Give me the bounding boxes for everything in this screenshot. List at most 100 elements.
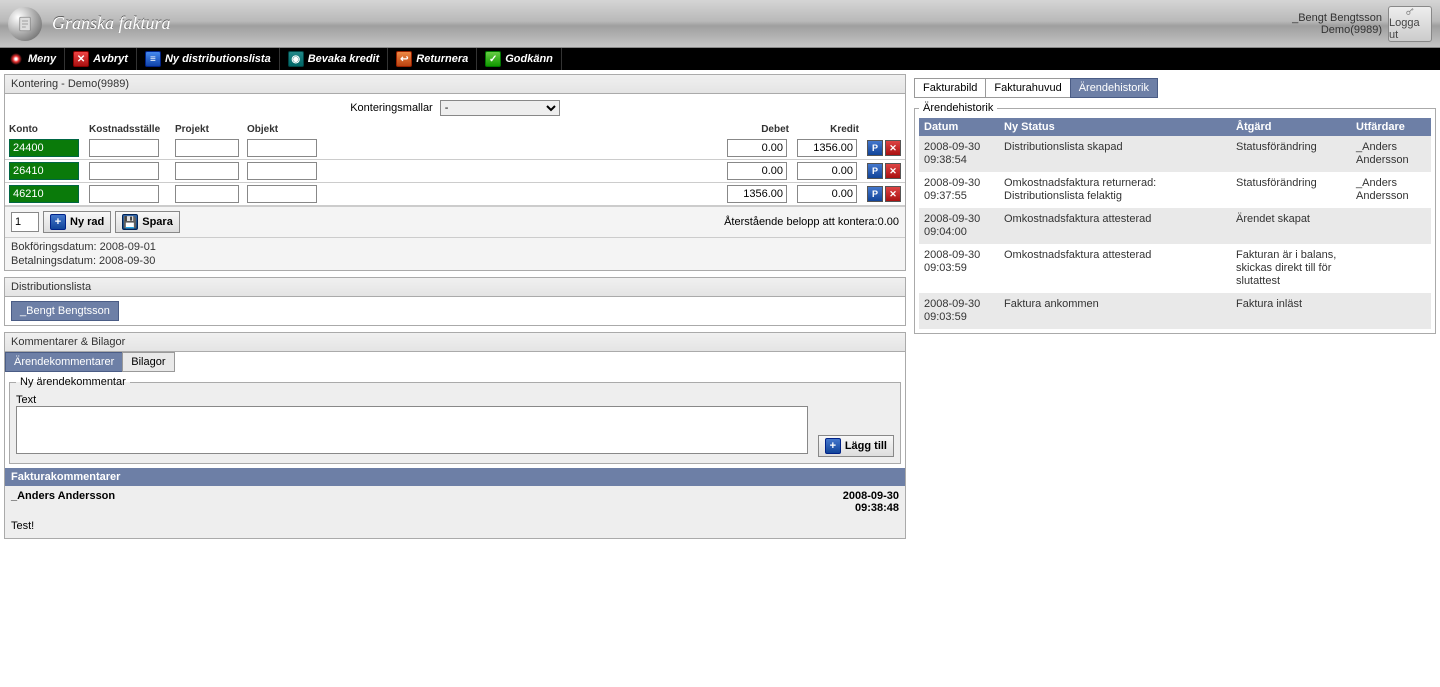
- konteringsmallar-label: Konteringsmallar: [350, 102, 433, 114]
- hist-datum: 2008-09-30 09:04:00: [919, 208, 999, 244]
- booking-date: Bokföringsdatum: 2008-09-01: [11, 240, 899, 254]
- debet-input[interactable]: [727, 139, 787, 157]
- kontering-header: Kontering - Demo(9989): [5, 75, 905, 94]
- hist-status: Distributionslista skapad: [999, 136, 1231, 172]
- hist-atgard: Statusförändring: [1231, 172, 1351, 208]
- debet-input[interactable]: [727, 185, 787, 203]
- kredit-input[interactable]: [797, 162, 857, 180]
- projekt-input[interactable]: [175, 185, 239, 203]
- hist-utfardare: _Anders Andersson: [1351, 136, 1431, 172]
- save-button[interactable]: 💾Spara: [115, 211, 180, 233]
- kostnad-input[interactable]: [89, 162, 159, 180]
- username: _Bengt Bengtsson: [1292, 12, 1382, 24]
- comment-entry: _Anders Andersson2008-09-3009:38:48: [5, 486, 905, 518]
- invoice-icon: [8, 7, 42, 41]
- row-delete-button[interactable]: ✕: [885, 186, 901, 202]
- comment-textarea[interactable]: [16, 406, 808, 454]
- distribution-list-header: Distributionslista: [5, 278, 905, 297]
- col-kostnad: Kostnadsställe: [85, 122, 171, 137]
- tab-bilagor[interactable]: Bilagor: [122, 352, 174, 372]
- new-row-button[interactable]: +Ny rad: [43, 211, 111, 233]
- hist-utfardare: [1351, 208, 1431, 244]
- distribution-user-chip[interactable]: _Bengt Bengtsson: [11, 301, 119, 321]
- konto-input[interactable]: [9, 162, 79, 180]
- projekt-input[interactable]: [175, 162, 239, 180]
- col-objekt: Objekt: [243, 122, 723, 137]
- hist-atgard: Faktura inläst: [1231, 293, 1351, 329]
- list-icon: ≡: [145, 51, 161, 67]
- plus-icon: +: [825, 438, 841, 454]
- cancel-button[interactable]: ✕Avbryt: [65, 48, 137, 70]
- user-info: _Bengt Bengtsson Demo(9989): [1292, 12, 1382, 36]
- grid-row: P✕: [5, 160, 905, 183]
- key-icon: [1402, 7, 1418, 17]
- row-delete-button[interactable]: ✕: [885, 163, 901, 179]
- grid-row: P✕: [5, 137, 905, 160]
- tab-arendekommentarer[interactable]: Ärendekommentarer: [5, 352, 123, 372]
- debet-input[interactable]: [727, 162, 787, 180]
- close-icon: ✕: [73, 51, 89, 67]
- approve-button[interactable]: ✓Godkänn: [477, 48, 562, 70]
- kredit-input[interactable]: [797, 185, 857, 203]
- payment-date: Betalningsdatum: 2008-09-30: [11, 254, 899, 268]
- new-comment-fieldset: Ny ärendekommentar Text +Lägg till: [9, 376, 901, 464]
- col-kredit: Kredit: [793, 122, 863, 137]
- plus-icon: +: [50, 214, 66, 230]
- watch-credit-button[interactable]: ◉Bevaka kredit: [280, 48, 389, 70]
- remaining-amount: Återstående belopp att kontera:0.00: [724, 216, 899, 228]
- hist-status: Omkostnadsfaktura attesterad: [999, 244, 1231, 293]
- objekt-input[interactable]: [247, 185, 317, 203]
- add-comment-button[interactable]: +Lägg till: [818, 435, 894, 457]
- col-debet: Debet: [723, 122, 793, 137]
- kostnad-input[interactable]: [89, 185, 159, 203]
- comments-header: Kommentarer & Bilagor: [5, 333, 905, 352]
- tab-fakturabild[interactable]: Fakturabild: [914, 78, 986, 98]
- hist-utfardare: _Anders Andersson: [1351, 172, 1431, 208]
- hist-atgard: Ärendet skapat: [1231, 208, 1351, 244]
- kredit-input[interactable]: [797, 139, 857, 157]
- hist-col-utfardare: Utfärdare: [1351, 118, 1431, 136]
- history-row: 2008-09-30 09:03:59Omkostnadsfaktura att…: [919, 244, 1431, 293]
- objekt-input[interactable]: [247, 139, 317, 157]
- kostnad-input[interactable]: [89, 139, 159, 157]
- new-distribution-list-button[interactable]: ≡Ny distributionslista: [137, 48, 280, 70]
- hist-datum: 2008-09-30 09:37:55: [919, 172, 999, 208]
- hist-status: Faktura ankommen: [999, 293, 1231, 329]
- history-table: Datum Ny Status Åtgärd Utfärdare 2008-09…: [919, 118, 1431, 329]
- objekt-input[interactable]: [247, 162, 317, 180]
- hist-utfardare: [1351, 244, 1431, 293]
- konteringsmallar-select[interactable]: -: [440, 100, 560, 116]
- company: Demo(9989): [1292, 24, 1382, 36]
- check-icon: ✓: [485, 51, 501, 67]
- row-delete-button[interactable]: ✕: [885, 140, 901, 156]
- comment-timestamp: 2008-09-3009:38:48: [843, 490, 899, 514]
- tab-fakturahuvud[interactable]: Fakturahuvud: [985, 78, 1070, 98]
- comment-body: Test!: [5, 518, 905, 538]
- menu-button[interactable]: Meny: [0, 48, 65, 70]
- logout-button[interactable]: Logga ut: [1388, 6, 1432, 42]
- swirl-icon: [8, 51, 24, 67]
- konto-input[interactable]: [9, 139, 79, 157]
- history-row: 2008-09-30 09:03:59Faktura ankommenFaktu…: [919, 293, 1431, 329]
- row-period-button[interactable]: P: [867, 140, 883, 156]
- konto-input[interactable]: [9, 185, 79, 203]
- row-period-button[interactable]: P: [867, 163, 883, 179]
- history-row: 2008-09-30 09:04:00Omkostnadsfaktura att…: [919, 208, 1431, 244]
- toolbar: Meny ✕Avbryt ≡Ny distributionslista ◉Bev…: [0, 48, 1440, 70]
- row-period-button[interactable]: P: [867, 186, 883, 202]
- grid-row: P✕: [5, 183, 905, 206]
- history-row: 2008-09-30 09:38:54Distributionslista sk…: [919, 136, 1431, 172]
- return-icon: ↩: [396, 51, 412, 67]
- return-button[interactable]: ↩Returnera: [388, 48, 477, 70]
- projekt-input[interactable]: [175, 139, 239, 157]
- rows-to-add-input[interactable]: [11, 212, 39, 232]
- kontering-grid: Konto Kostnadsställe Projekt Objekt Debe…: [5, 122, 905, 206]
- eye-icon: ◉: [288, 51, 304, 67]
- page-title: Granska faktura: [52, 13, 171, 34]
- hist-status: Omkostnadsfaktura returnerad: Distributi…: [999, 172, 1231, 208]
- hist-datum: 2008-09-30 09:03:59: [919, 244, 999, 293]
- hist-datum: 2008-09-30 09:03:59: [919, 293, 999, 329]
- hist-utfardare: [1351, 293, 1431, 329]
- titlebar: Granska faktura _Bengt Bengtsson Demo(99…: [0, 0, 1440, 48]
- tab-arendehistorik[interactable]: Ärendehistorik: [1070, 78, 1158, 98]
